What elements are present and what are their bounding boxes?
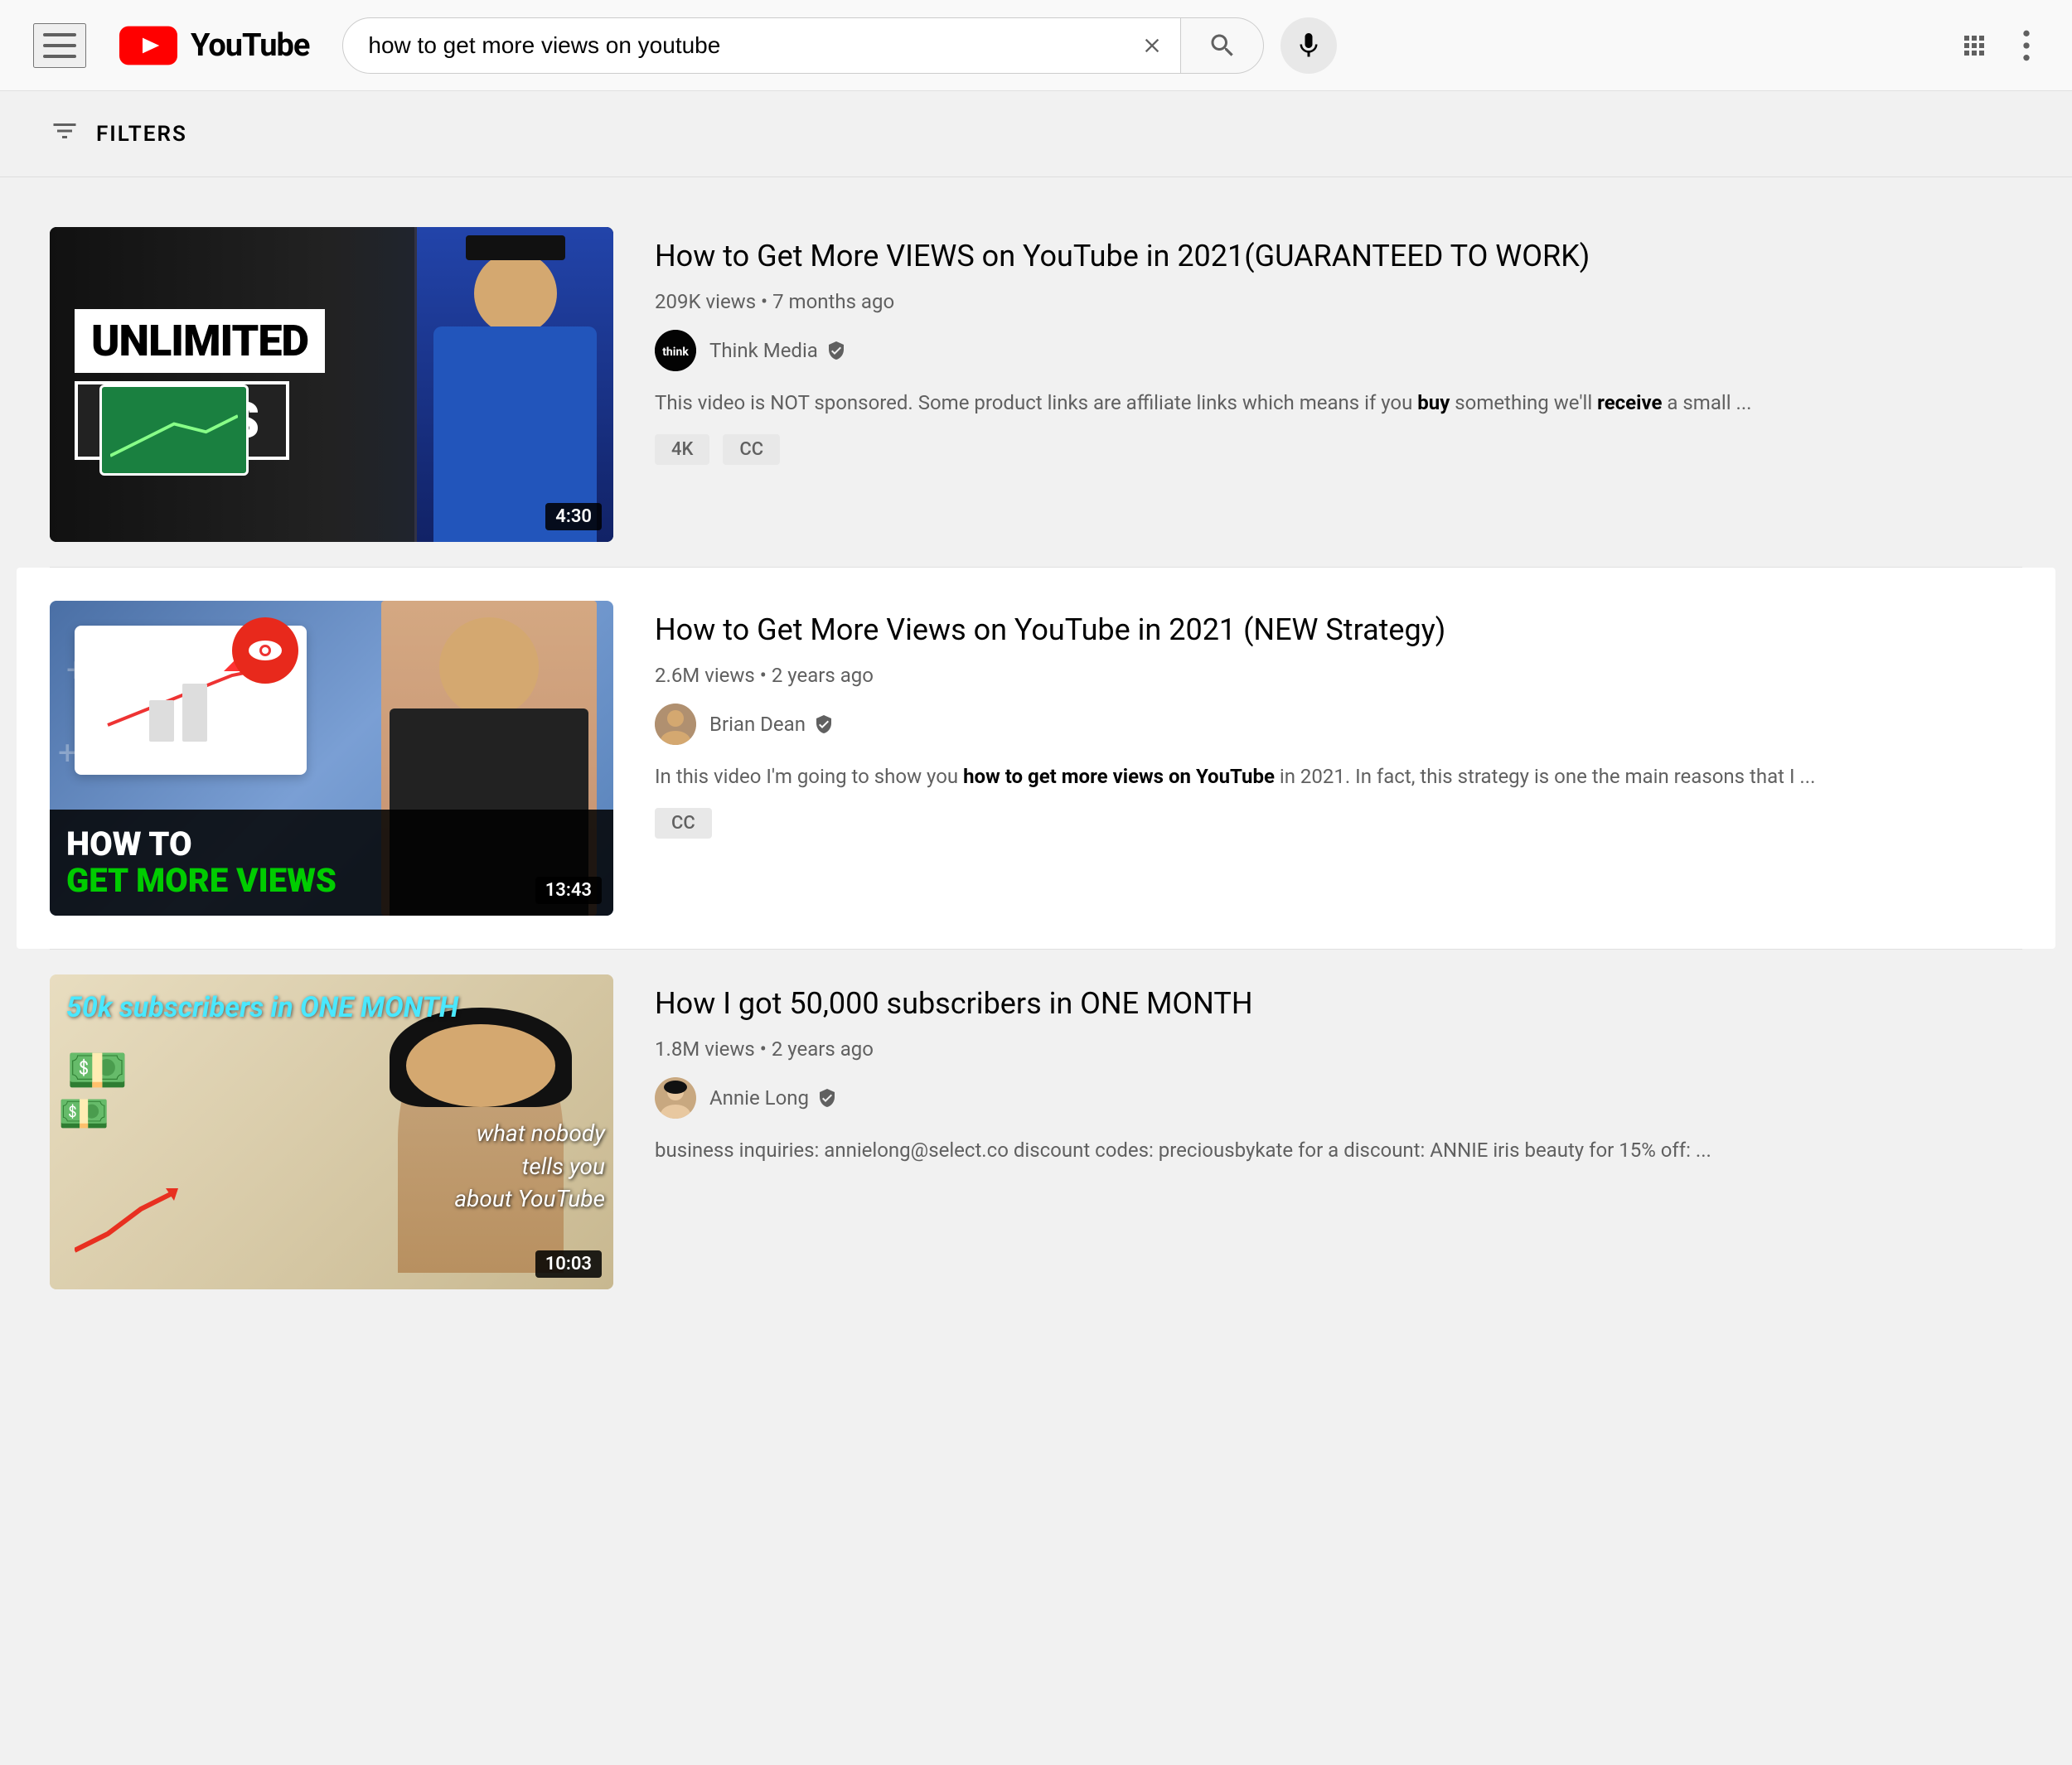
- tag-cc-1[interactable]: CC: [723, 434, 780, 465]
- video-info-2: How to Get More Views on YouTube in 2021…: [655, 601, 2022, 916]
- more-options-button[interactable]: [2014, 19, 2039, 72]
- channel-row-1[interactable]: think Think Media: [655, 330, 2022, 371]
- verified-icon-2: [814, 714, 834, 734]
- yt-logo-text: YouTube: [191, 27, 309, 64]
- desc-bold-3: how to get more views on YouTube: [963, 765, 1275, 788]
- search-results: UNLIMITED VIEWS ↗ 4:: [0, 177, 2072, 1339]
- duration-badge-3: 10:03: [535, 1250, 602, 1278]
- thumb-money-emoji-2: 💵: [58, 1090, 109, 1139]
- channel-row-2[interactable]: Brian Dean: [655, 704, 2022, 745]
- video-description-1: This video is NOT sponsored. Some produc…: [655, 388, 2022, 418]
- search-input[interactable]: [343, 18, 1124, 73]
- video-meta-2: 2.6M views • 2 years ago: [655, 664, 2022, 687]
- channel-avatar-2: [655, 704, 696, 745]
- menu-button[interactable]: [33, 23, 86, 68]
- video-description-3: business inquiries: annielong@select.co …: [655, 1135, 2022, 1165]
- desc-bold-2: receive: [1597, 391, 1662, 414]
- thumbnail-3[interactable]: 💵 💵 50k subscribers in ONE MONTH what no…: [50, 974, 613, 1289]
- youtube-logo[interactable]: YouTube: [119, 25, 309, 66]
- thumb-person-area: [414, 227, 613, 542]
- thumb-eye-badge: [232, 617, 298, 684]
- thumb-text-unlimited: UNLIMITED: [75, 309, 325, 373]
- thumb-text-area-2: HOW TO GET MORE VIEWS: [50, 810, 613, 916]
- duration-badge-1: 4:30: [545, 503, 602, 530]
- thumb-nobody-text: what nobodytells youabout YouTube: [454, 1117, 605, 1215]
- thumb-getmore: GET MORE VIEWS: [66, 863, 597, 899]
- tag-4k[interactable]: 4K: [655, 434, 709, 465]
- search-clear-button[interactable]: [1124, 18, 1180, 73]
- video-info-1: How to Get More VIEWS on YouTube in 2021…: [655, 227, 2022, 542]
- video-meta-1: 209K views • 7 months ago: [655, 290, 2022, 313]
- yt-logo-icon: [119, 25, 177, 66]
- thumb-howto: HOW TO: [66, 826, 597, 863]
- desc-bold-1: buy: [1417, 391, 1450, 414]
- duration-badge-2: 13:43: [535, 877, 602, 904]
- thumb-image-1: UNLIMITED VIEWS ↗: [50, 227, 613, 542]
- channel-name-3: Annie Long: [709, 1086, 837, 1110]
- tag-cc-2[interactable]: CC: [655, 808, 712, 839]
- mic-button[interactable]: [1280, 17, 1337, 74]
- video-info-3: How I got 50,000 subscribers in ONE MONT…: [655, 974, 2022, 1289]
- thumbnail-2[interactable]: + +: [50, 601, 613, 916]
- thumb-chart: [99, 384, 249, 476]
- verified-icon-3: [817, 1088, 837, 1108]
- filters-icon: [50, 116, 80, 152]
- search-area: [342, 17, 1337, 74]
- thumb-image-2: + +: [50, 601, 613, 916]
- channel-avatar-3: [655, 1077, 696, 1119]
- verified-icon-1: [826, 341, 846, 360]
- svg-text:think: think: [662, 346, 689, 360]
- channel-row-3[interactable]: Annie Long: [655, 1077, 2022, 1119]
- header-right: [1951, 19, 2039, 72]
- video-title-1: How to Get More VIEWS on YouTube in 2021…: [655, 235, 2022, 277]
- hamburger-line: [43, 55, 76, 58]
- video-title-3: How I got 50,000 subscribers in ONE MONT…: [655, 983, 2022, 1024]
- channel-avatar-1: think: [655, 330, 696, 371]
- video-result-2[interactable]: + +: [17, 568, 2055, 949]
- search-submit-button[interactable]: [1181, 17, 1264, 74]
- apps-button[interactable]: [1951, 22, 1997, 69]
- video-description-2: In this video I'm going to show you how …: [655, 762, 2022, 791]
- filters-bar[interactable]: FILTERS: [0, 91, 2072, 177]
- channel-name-1: Think Media: [709, 339, 846, 362]
- search-bar: [342, 17, 1181, 74]
- channel-name-2: Brian Dean: [709, 713, 834, 736]
- video-result-1[interactable]: UNLIMITED VIEWS ↗ 4:: [50, 202, 2022, 567]
- video-result-3[interactable]: 💵 💵 50k subscribers in ONE MONTH what no…: [50, 950, 2022, 1314]
- filters-label: FILTERS: [96, 122, 187, 147]
- hamburger-line: [43, 44, 76, 47]
- header: YouTube: [0, 0, 2072, 91]
- video-title-2: How to Get More Views on YouTube in 2021…: [655, 609, 2022, 650]
- tag-badges-1: 4K CC: [655, 434, 2022, 465]
- video-meta-3: 1.8M views • 2 years ago: [655, 1037, 2022, 1061]
- thumb-chart-arrow-3: [75, 1184, 182, 1265]
- tag-badges-2: CC: [655, 808, 2022, 839]
- thumb-image-3: 💵 💵 50k subscribers in ONE MONTH what no…: [50, 974, 613, 1289]
- thumb-50k-text: 50k subscribers in ONE MONTH: [50, 991, 613, 1024]
- hamburger-line: [43, 33, 76, 36]
- thumbnail-1[interactable]: UNLIMITED VIEWS ↗ 4:: [50, 227, 613, 542]
